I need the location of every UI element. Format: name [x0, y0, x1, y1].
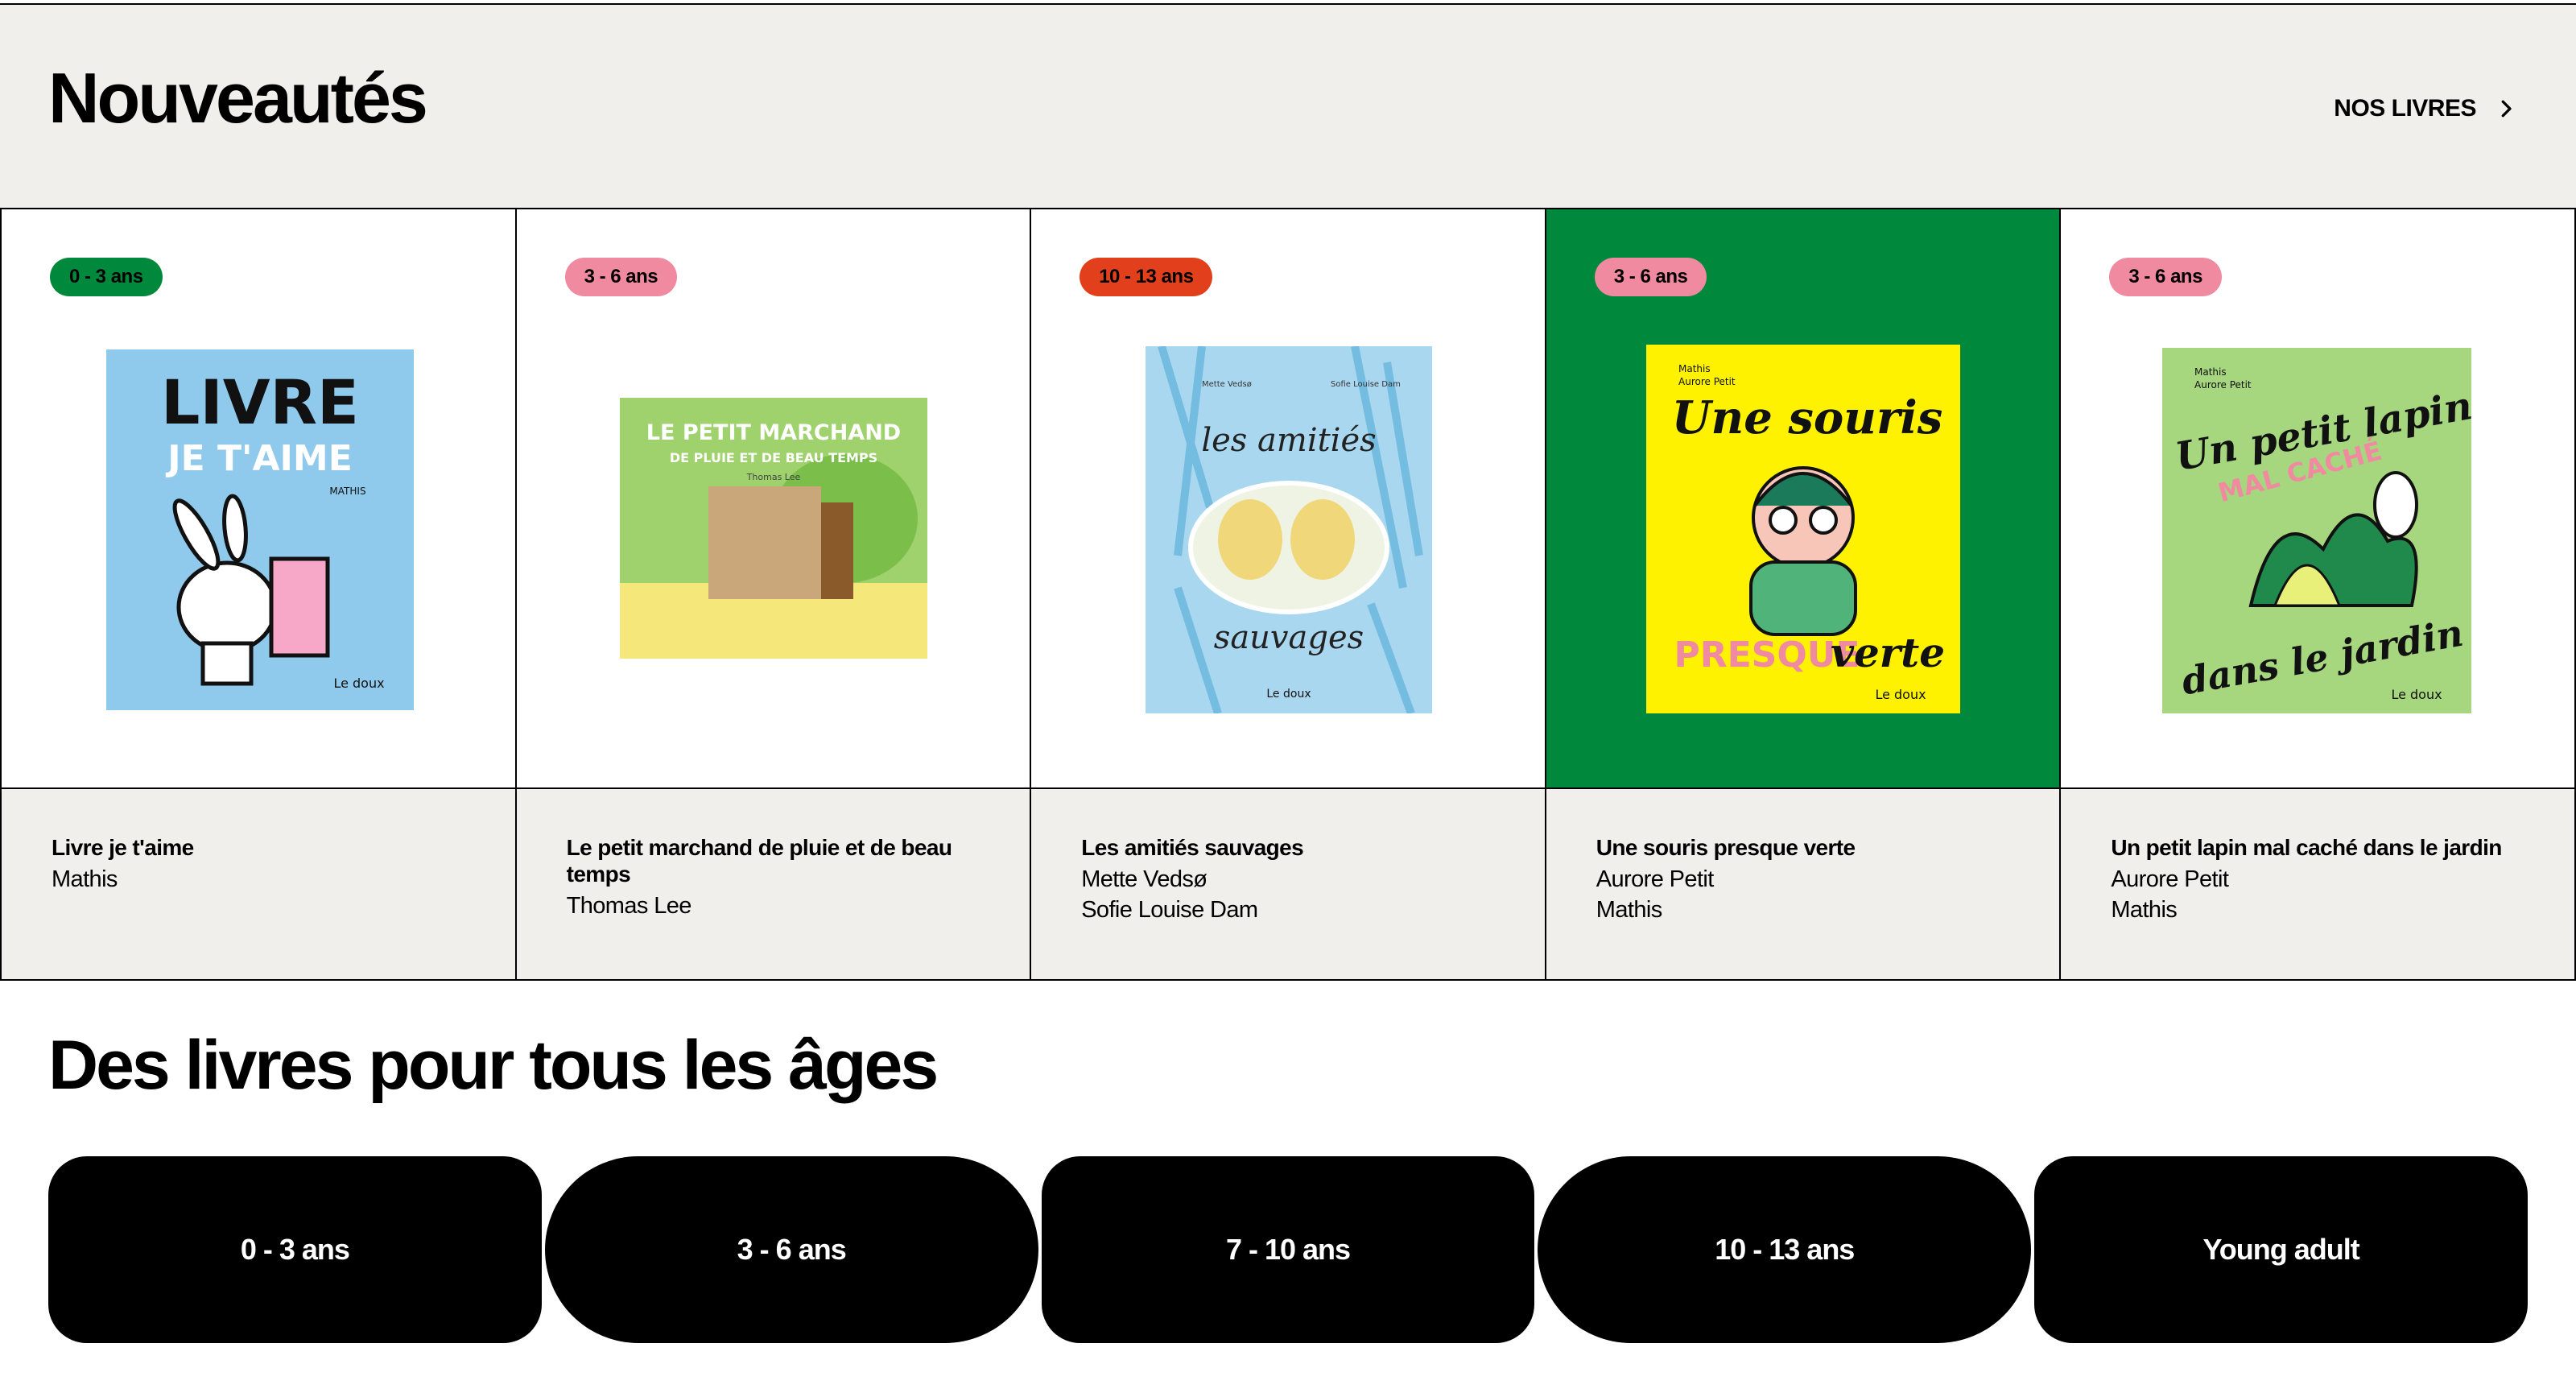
our-books-link[interactable]: NOS LIVRES	[2334, 95, 2518, 122]
book-cover: LE PETIT MARCHAND DE PLUIE ET DE BEAU TE…	[619, 398, 927, 659]
book-info: Un petit lapin mal caché dans le jardin …	[2061, 789, 2574, 979]
book-card[interactable]: 3 - 6 ans Mathis Aurore Petit Une souris…	[1544, 209, 2060, 979]
age-badge: 0 - 3 ans	[50, 258, 163, 296]
svg-text:Thomas Lee: Thomas Lee	[745, 472, 800, 482]
svg-text:Sofie Louise Dam: Sofie Louise Dam	[1331, 380, 1401, 389]
section-title-ages: Des livres pour tous les âges	[48, 1027, 939, 1104]
book-cover: Mathis Aurore Petit Une souris PRESQUE v…	[1645, 345, 1960, 713]
svg-text:Une souris: Une souris	[1671, 391, 1942, 444]
book-info: Les amitiés sauvages Mette Vedsø Sofie L…	[1031, 789, 1545, 979]
section-title-new-releases: Nouveautés	[48, 58, 428, 138]
svg-text:JE T'AIME: JE T'AIME	[165, 438, 353, 479]
svg-text:LIVRE: LIVRE	[161, 366, 359, 438]
book-card[interactable]: 3 - 6 ans LE PETIT MARCHAND DE PLUIE ET …	[514, 209, 1030, 979]
svg-text:Mathis: Mathis	[2194, 366, 2227, 378]
book-author: Mathis	[2111, 897, 2178, 923]
book-card-image-area: 3 - 6 ans Mathis Aurore Petit Une souris…	[1546, 209, 2060, 789]
age-badge: 3 - 6 ans	[2109, 258, 2222, 296]
book-title: Un petit lapin mal caché dans le jardin	[2111, 835, 2502, 860]
age-button-10-13[interactable]: 10 - 13 ans	[1538, 1156, 2032, 1343]
age-badge: 3 - 6 ans	[1594, 258, 1707, 296]
age-button-3-6[interactable]: 3 - 6 ans	[544, 1156, 1038, 1343]
book-card[interactable]: 0 - 3 ans LIVRE JE T'AIME MATHIS Le doux…	[0, 209, 515, 979]
svg-text:Le doux: Le doux	[1875, 687, 1926, 702]
svg-text:sauvages: sauvages	[1214, 619, 1364, 656]
book-info: Le petit marchand de pluie et de beau te…	[516, 789, 1030, 979]
book-author: Aurore Petit	[2111, 866, 2229, 892]
age-badge: 10 - 13 ans	[1080, 258, 1213, 296]
book-author: Mette Vedsø	[1081, 866, 1208, 892]
svg-text:verte: verte	[1831, 629, 1945, 676]
book-author: Thomas Lee	[566, 893, 692, 919]
age-filter-buttons: 0 - 3 ans 3 - 6 ans 7 - 10 ans 10 - 13 a…	[48, 1156, 2528, 1343]
book-cover: LIVRE JE T'AIME MATHIS Le doux	[106, 349, 414, 710]
svg-text:Le doux: Le doux	[333, 676, 384, 691]
age-button-0-3[interactable]: 0 - 3 ans	[48, 1156, 542, 1343]
book-author: Mathis	[52, 866, 118, 892]
book-card[interactable]: 10 - 13 ans Mette Vedsø Sofie Louise Dam…	[1030, 209, 1545, 979]
svg-text:MATHIS: MATHIS	[329, 486, 365, 497]
svg-text:Mette Vedsø: Mette Vedsø	[1202, 380, 1252, 389]
our-books-link-label: NOS LIVRES	[2334, 95, 2476, 122]
book-title: Une souris presque verte	[1596, 835, 1856, 860]
book-cover: Mette Vedsø Sofie Louise Dam les amitiés…	[1146, 346, 1433, 713]
svg-text:Aurore Petit: Aurore Petit	[1678, 376, 1736, 387]
new-releases-header: Nouveautés NOS LIVRES	[0, 5, 2576, 208]
book-card-image-area: 3 - 6 ans Mathis Aurore Petit Un petit l…	[2061, 209, 2574, 789]
book-card-image-area: 3 - 6 ans LE PETIT MARCHAND DE PLUIE ET …	[516, 209, 1030, 789]
chevron-right-icon	[2501, 100, 2512, 118]
book-author: Mathis	[1596, 897, 1662, 923]
svg-text:les amitiés: les amitiés	[1202, 422, 1377, 459]
book-title: Les amitiés sauvages	[1081, 835, 1304, 860]
svg-text:Mathis: Mathis	[1678, 363, 1711, 374]
book-grid: 0 - 3 ans LIVRE JE T'AIME MATHIS Le doux…	[0, 208, 2576, 981]
book-author: Aurore Petit	[1596, 866, 1715, 892]
book-author: Sofie Louise Dam	[1081, 897, 1258, 923]
svg-text:Aurore Petit: Aurore Petit	[2194, 379, 2252, 391]
book-title: Livre je t'aime	[52, 835, 194, 860]
svg-text:Le doux: Le doux	[1267, 688, 1311, 701]
book-card-image-area: 10 - 13 ans Mette Vedsø Sofie Louise Dam…	[1031, 209, 1545, 789]
svg-text:Le doux: Le doux	[2392, 687, 2442, 702]
age-button-7-10[interactable]: 7 - 10 ans	[1041, 1156, 1535, 1343]
age-button-young-adult[interactable]: Young adult	[2034, 1156, 2528, 1343]
svg-text:LE PETIT MARCHAND: LE PETIT MARCHAND	[646, 420, 900, 445]
book-card[interactable]: 3 - 6 ans Mathis Aurore Petit Un petit l…	[2059, 209, 2576, 979]
book-info: Une souris presque verte Aurore Petit Ma…	[1546, 789, 2060, 979]
book-info: Livre je t'aime Mathis	[2, 789, 515, 979]
book-card-image-area: 0 - 3 ans LIVRE JE T'AIME MATHIS Le doux	[2, 209, 515, 789]
svg-text:DE PLUIE ET DE BEAU TEMPS: DE PLUIE ET DE BEAU TEMPS	[669, 450, 877, 465]
book-title: Le petit marchand de pluie et de beau te…	[566, 835, 952, 887]
age-badge: 3 - 6 ans	[564, 258, 678, 296]
book-cover: Mathis Aurore Petit Un petit lapin MAL C…	[2162, 348, 2472, 713]
